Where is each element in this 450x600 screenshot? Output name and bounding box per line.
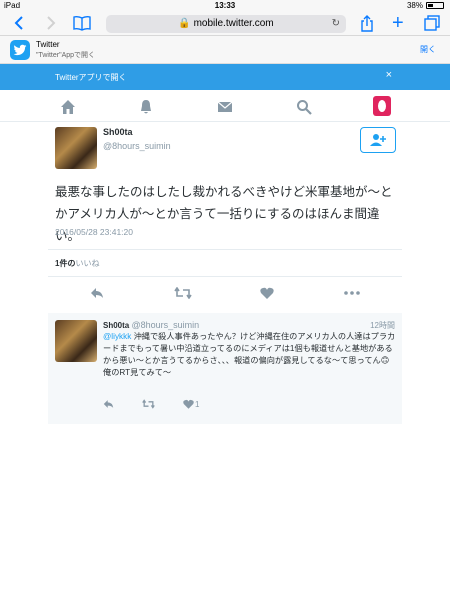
reply-author-name[interactable]: Sh00ta [103, 321, 129, 330]
tweet-author-handle[interactable]: @8hours_suimin [103, 141, 171, 151]
status-right: 38% [407, 1, 444, 10]
url-text: mobile.twitter.com [193, 18, 274, 29]
messages-icon[interactable] [217, 99, 233, 115]
reply-mention[interactable]: @liykkk [103, 332, 131, 341]
reply-like-icon[interactable] [183, 399, 194, 411]
follow-button[interactable] [360, 127, 396, 153]
reply-text: 沖縄で殺人事件あったやん？けど沖縄在住のアメリカ人の人達はプラカードまでもって暑… [103, 332, 396, 365]
battery-percent: 38% [406, 1, 423, 10]
likes-label: いいね [75, 259, 100, 268]
reply-author-handle[interactable]: @8hours_suimin [131, 320, 199, 330]
like-icon[interactable] [260, 287, 274, 302]
tabs-icon[interactable] [424, 15, 440, 35]
reply-text-2: 俺のRT見てみて〜 [103, 368, 172, 377]
browser-toolbar: 🔒 mobile.twitter.com ↻ + [0, 12, 450, 36]
app-banner: Twitter "Twitter"Appで開く 開く [0, 36, 450, 64]
app-name: Twitter [36, 40, 60, 49]
tweet-text: 最悪な事したのはしたし裁かれるべきやけど米軍基地が〜とかアメリカ人が〜とか言うて… [55, 185, 393, 243]
status-bar: iPad 13:33 38% [0, 0, 450, 12]
reply-reply-icon[interactable] [103, 399, 114, 411]
new-tab-icon[interactable]: + [392, 13, 404, 33]
more-icon[interactable] [344, 287, 360, 302]
reload-icon[interactable]: ↻ [332, 15, 340, 33]
forward-icon[interactable] [46, 15, 56, 35]
add-user-icon [370, 134, 386, 146]
twitter-nav [0, 90, 450, 122]
open-app-button[interactable]: 開く [420, 44, 436, 55]
reply-time[interactable]: 12時間 [360, 320, 395, 331]
app-subtitle: "Twitter"Appで開く [36, 52, 96, 59]
lock-icon: 🔒 [178, 18, 191, 29]
reply-retweet-icon[interactable] [142, 399, 155, 411]
share-icon[interactable] [360, 15, 374, 37]
retweet-icon[interactable] [174, 286, 192, 302]
reply-text-block: @liykkk 沖縄で殺人事件あったやん？けど沖縄在住のアメリカ人の人達はプラカ… [103, 331, 398, 379]
divider [48, 276, 402, 277]
close-icon[interactable]: × [386, 69, 392, 81]
divider [48, 249, 402, 250]
battery-icon [426, 2, 444, 9]
reply-avatar[interactable] [55, 320, 97, 362]
reply-header: Sh00ta @8hours_suimin [103, 320, 199, 330]
open-in-app-text[interactable]: Twitterアプリで開く [55, 72, 127, 83]
avatar[interactable] [55, 127, 97, 169]
open-in-app-banner[interactable]: Twitterアプリで開く × [0, 64, 450, 90]
clock: 13:33 [214, 1, 236, 10]
twitter-logo-icon [10, 40, 30, 60]
home-icon[interactable] [60, 99, 76, 115]
reply-like-count: 1 [195, 400, 200, 409]
bookmarks-icon[interactable] [72, 15, 92, 35]
back-icon[interactable] [14, 15, 24, 35]
url-bar[interactable]: 🔒 mobile.twitter.com ↻ [106, 15, 346, 33]
search-icon[interactable] [296, 99, 312, 115]
likes-count: 1件の [55, 259, 76, 268]
tweet-date[interactable]: 2016/05/28 23:41:20 [55, 227, 133, 237]
notifications-icon[interactable] [138, 99, 154, 115]
tweet-author-name[interactable]: Sh00ta [103, 127, 133, 137]
likes-summary[interactable]: 1件のいいね [55, 258, 99, 269]
profile-icon[interactable] [373, 96, 391, 116]
reply-icon[interactable] [90, 287, 104, 302]
